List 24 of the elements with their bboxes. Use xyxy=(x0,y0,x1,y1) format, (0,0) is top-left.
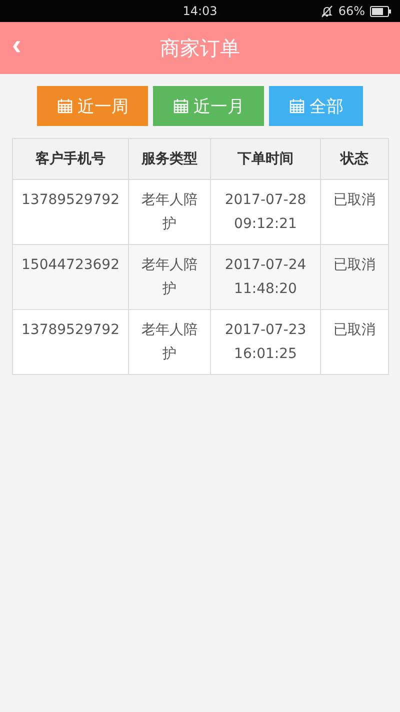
calendar-icon xyxy=(56,98,72,114)
table-cell: 15044723692 xyxy=(12,244,128,310)
table-cell: 老年人陪护 xyxy=(128,244,210,310)
table-cell: 2017-07-24 11:48:20 xyxy=(210,244,320,310)
column-header: 客户手机号 xyxy=(12,138,128,180)
table-cell: 已取消 xyxy=(320,310,388,374)
page-title: 商家订单 xyxy=(160,34,240,62)
table-cell: 13789529792 xyxy=(12,310,128,374)
filter-button[interactable]: 近一月 xyxy=(153,86,264,126)
battery-icon xyxy=(370,6,392,16)
column-header: 下单时间 xyxy=(210,138,320,180)
column-header: 状态 xyxy=(320,138,388,180)
calendar-icon xyxy=(288,98,304,114)
filter-button[interactable]: 近一周 xyxy=(37,86,148,126)
bell-muted-icon xyxy=(321,4,334,18)
calendar-icon xyxy=(172,98,188,114)
table-cell: 已取消 xyxy=(320,244,388,310)
back-button[interactable]: ‹ xyxy=(8,30,26,60)
filter-button[interactable]: 全部 xyxy=(269,86,363,126)
battery-percent: 66% xyxy=(338,4,365,18)
table-cell: 老年人陪护 xyxy=(128,310,210,374)
status-time: 14:03 xyxy=(182,4,218,18)
table-cell: 2017-07-23 16:01:25 xyxy=(210,310,320,374)
column-header: 服务类型 xyxy=(128,138,210,180)
